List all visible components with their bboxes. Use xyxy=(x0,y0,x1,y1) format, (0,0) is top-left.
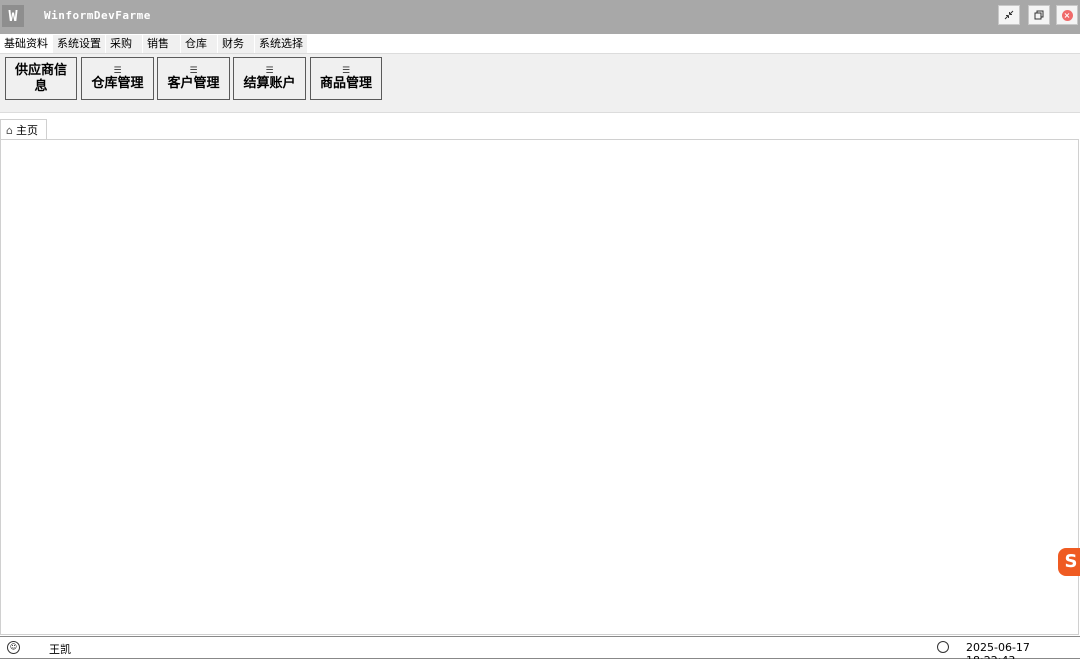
close-icon: × xyxy=(1061,9,1073,21)
menu-tab-strip: 基础资料 系统设置 采购 销售 仓库 财务 系统选择 xyxy=(0,35,308,53)
user-icon: ☺ xyxy=(7,641,20,654)
ribbon-button-label: 供应商信息 xyxy=(14,62,67,94)
clock-icon xyxy=(937,641,949,653)
list-icon: ☰ xyxy=(341,65,351,76)
maximize-button[interactable] xyxy=(1028,5,1050,25)
list-icon: ☰ xyxy=(189,65,198,76)
minimize-button[interactable] xyxy=(998,5,1020,25)
status-datetime: 2025-06-17 18:22:43 xyxy=(966,641,1030,659)
menu-tab-purchase[interactable]: 采购 xyxy=(106,35,143,53)
app-title: WinformDevFarme xyxy=(44,9,151,22)
status-user-name: 王凯 xyxy=(49,643,71,656)
menu-tab-finance[interactable]: 财务 xyxy=(218,35,255,53)
app-logo-icon: W xyxy=(2,5,24,27)
main-content-area xyxy=(0,139,1079,635)
ribbon-panel: 供应商信息 ☰ 仓库管理 ☰ 客户管理 ☰ 结算账户 ☰ 商品管理 xyxy=(0,53,1080,113)
list-icon: ☰ xyxy=(265,65,274,76)
ime-indicator-icon[interactable]: S xyxy=(1058,548,1080,576)
settlement-account-button[interactable]: ☰ 结算账户 xyxy=(233,57,306,100)
menu-tab-basic-data[interactable]: 基础资料 xyxy=(0,35,53,53)
menu-tab-system-select[interactable]: 系统选择 xyxy=(255,35,308,53)
pin-collapse-icon xyxy=(1004,10,1014,20)
menu-tab-sales[interactable]: 销售 xyxy=(143,35,181,53)
ribbon-button-label: 客户管理 xyxy=(167,75,220,91)
warehouse-management-button[interactable]: ☰ 仓库管理 xyxy=(81,57,154,100)
home-icon: ⌂ xyxy=(6,123,13,137)
ribbon-button-label: 商品管理 xyxy=(319,75,372,91)
tab-home-label: 主页 xyxy=(15,124,38,137)
title-bar[interactable]: W WinformDevFarme × xyxy=(0,0,1080,34)
ribbon-button-label: 仓库管理 xyxy=(91,75,144,91)
list-icon: ☰ xyxy=(113,65,122,76)
tab-home[interactable]: ⌂ 主页 xyxy=(0,119,47,140)
menu-tab-system-settings[interactable]: 系统设置 xyxy=(53,35,106,53)
supplier-info-button[interactable]: 供应商信息 xyxy=(5,57,77,100)
close-button[interactable]: × xyxy=(1056,5,1078,25)
app-window: W WinformDevFarme × 基础资料 系统设置 采购 销售 仓库 财… xyxy=(0,0,1080,659)
product-management-button[interactable]: ☰ 商品管理 xyxy=(310,57,382,100)
menu-tab-warehouse[interactable]: 仓库 xyxy=(181,35,218,53)
customer-management-button[interactable]: ☰ 客户管理 xyxy=(157,57,230,100)
ribbon-button-label: 结算账户 xyxy=(243,75,296,91)
restore-icon xyxy=(1034,10,1044,20)
status-bar: ☺ 王凯 2025-06-17 18:22:43 xyxy=(0,636,1080,659)
